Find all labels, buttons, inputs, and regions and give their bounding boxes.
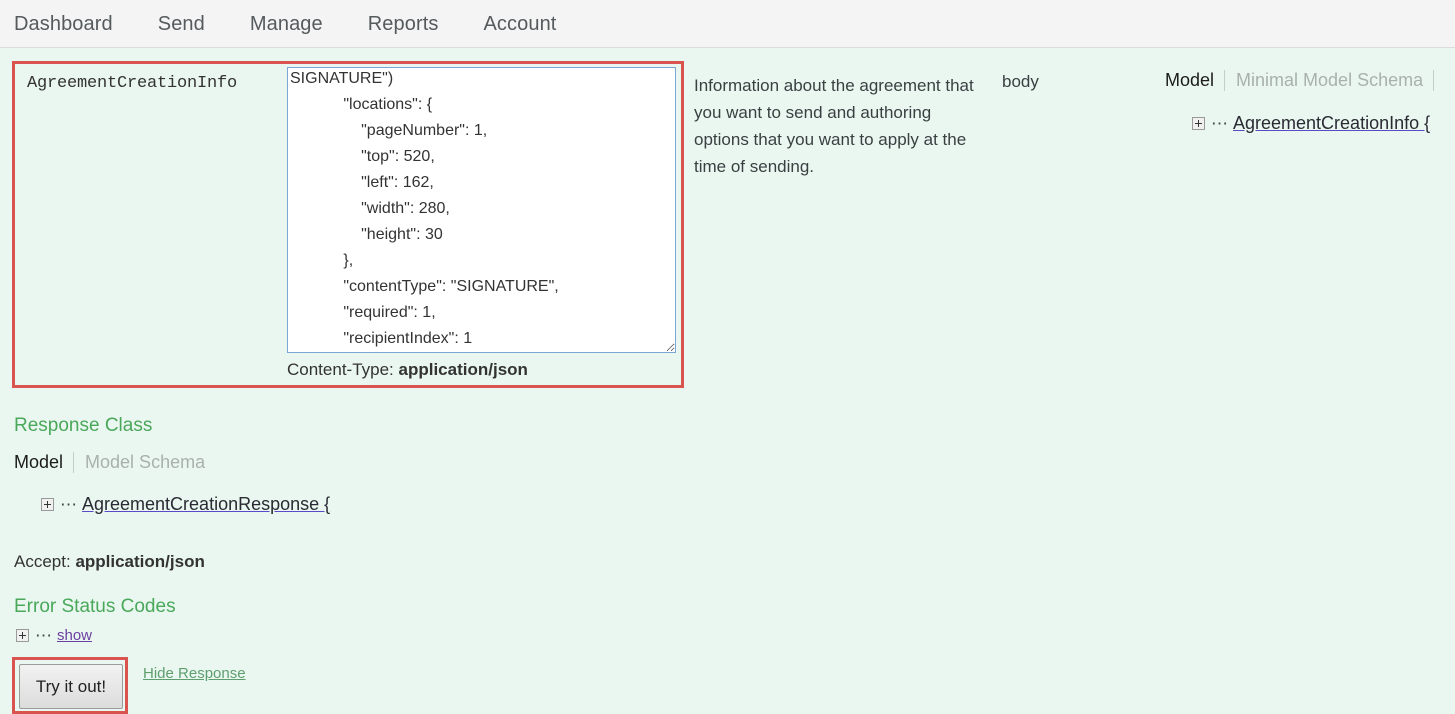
ellipsis-icon: ⋯ [1211, 119, 1229, 129]
try-it-out-highlight: Try it out! [12, 657, 128, 714]
nav-item-send[interactable]: Send [158, 12, 205, 36]
content-type-value: application/json [399, 360, 528, 379]
tab-model[interactable]: Model [1165, 70, 1224, 91]
content-type-line: Content-Type: application/json [287, 360, 528, 380]
parameter-model-panel: Model Minimal Model Schema ⋯ AgreementCr… [1165, 70, 1455, 134]
content-type-label: Content-Type: [287, 360, 394, 379]
parameter-row-highlight: AgreementCreationInfo Content-Type: appl… [12, 61, 684, 388]
model-tree-row[interactable]: ⋯ AgreementCreationInfo { [1192, 113, 1455, 134]
accept-label: Accept: [14, 552, 71, 571]
nav-item-account[interactable]: Account [483, 12, 556, 36]
nav-item-dashboard[interactable]: Dashboard [14, 12, 113, 36]
error-status-codes-heading: Error Status Codes [14, 596, 176, 618]
hide-response-link[interactable]: Hide Response [143, 665, 246, 682]
try-it-out-button[interactable]: Try it out! [19, 664, 123, 709]
show-error-codes-link[interactable]: show [57, 627, 92, 644]
model-definition-link[interactable]: AgreementCreationInfo { [1233, 113, 1430, 134]
response-model-definition-link[interactable]: AgreementCreationResponse { [82, 494, 330, 515]
accept-value: application/json [75, 552, 204, 571]
response-tab-model[interactable]: Model [14, 452, 73, 473]
parameter-value-editor[interactable] [287, 67, 676, 353]
accept-line: Accept: application/json [14, 552, 205, 572]
error-expand-plus-icon[interactable] [16, 629, 29, 642]
tab-minimal-model-schema[interactable]: Minimal Model Schema [1224, 70, 1434, 91]
response-tab-group: Model Model Schema [14, 452, 215, 473]
error-ellipsis-icon: ⋯ [35, 631, 53, 641]
response-ellipsis-icon: ⋯ [60, 500, 78, 510]
parameter-description: Information about the agreement that you… [694, 72, 986, 180]
parameter-type: body [1002, 72, 1039, 92]
parameter-json-textarea[interactable] [287, 67, 676, 353]
response-tab-model-schema[interactable]: Model Schema [73, 452, 215, 473]
nav-item-reports[interactable]: Reports [368, 12, 439, 36]
error-status-show-row[interactable]: ⋯ show [16, 627, 92, 644]
expand-plus-icon[interactable] [1192, 117, 1205, 130]
model-tab-group: Model Minimal Model Schema [1165, 70, 1455, 100]
response-class-heading: Response Class [14, 415, 152, 437]
top-navigation-bar: Dashboard Send Manage Reports Account [0, 0, 1455, 48]
response-model-tree-row[interactable]: ⋯ AgreementCreationResponse { [41, 494, 330, 515]
parameter-name-label: AgreementCreationInfo [27, 74, 237, 93]
nav-item-manage[interactable]: Manage [250, 12, 323, 36]
response-expand-plus-icon[interactable] [41, 498, 54, 511]
